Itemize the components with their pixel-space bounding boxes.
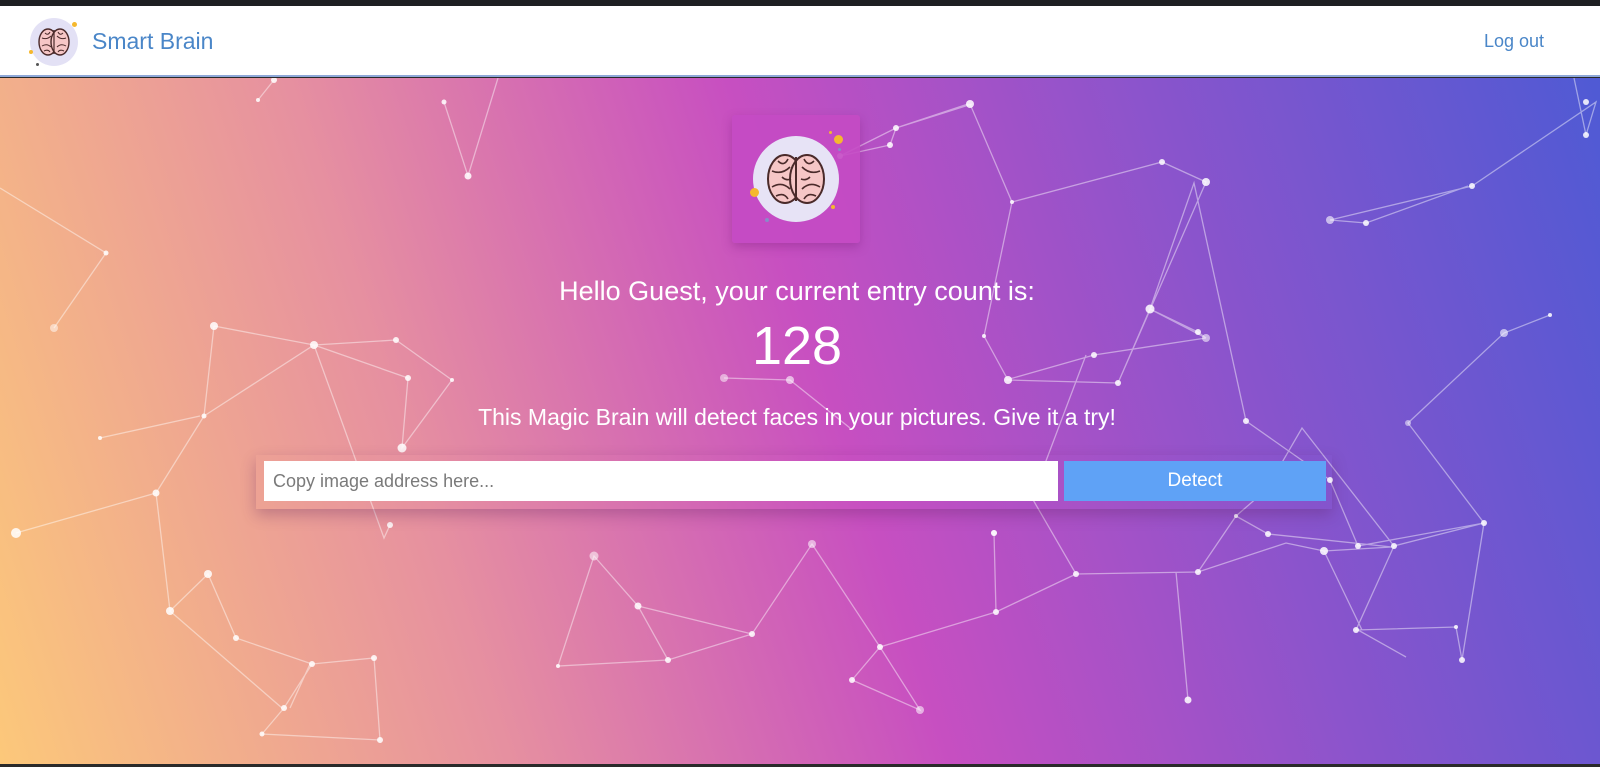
detect-button[interactable]: Detect bbox=[1064, 461, 1326, 501]
image-url-input[interactable] bbox=[264, 461, 1058, 501]
brain-icon bbox=[767, 154, 825, 204]
logout-link[interactable]: Log out bbox=[1484, 31, 1544, 52]
image-url-form: Detect bbox=[256, 455, 1332, 509]
hero-section: Hello Guest, your current entry count is… bbox=[0, 78, 1600, 764]
app-title: Smart Brain bbox=[92, 28, 214, 54]
brain-logo-card bbox=[732, 115, 860, 243]
navbar: Smart Brain Log out bbox=[0, 6, 1600, 77]
brain-icon bbox=[38, 28, 70, 56]
tagline: This Magic Brain will detect faces in yo… bbox=[478, 404, 1116, 430]
logo-circle bbox=[753, 136, 839, 222]
brain-logo-icon[interactable] bbox=[29, 18, 78, 66]
entry-count-greeting: Hello Guest, your current entry count is… bbox=[559, 276, 1035, 306]
entry-count-value: 128 bbox=[751, 316, 843, 376]
